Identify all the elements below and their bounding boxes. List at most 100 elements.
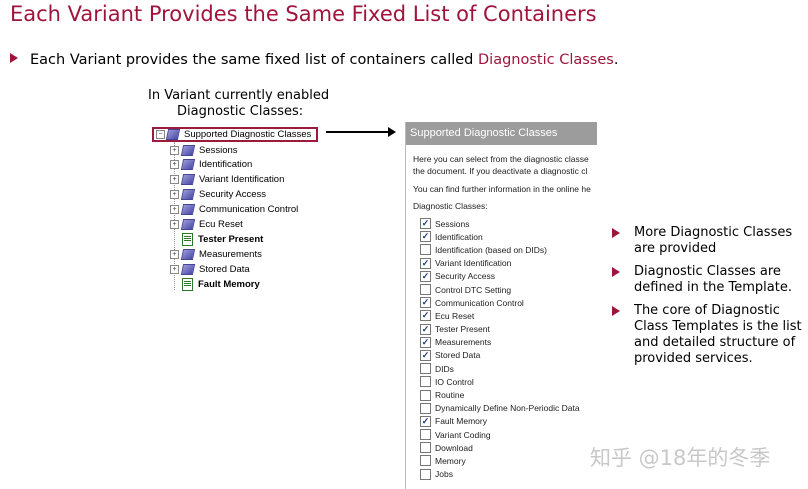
bullet-triangle-icon	[612, 228, 620, 238]
checkbox-unchecked[interactable]	[420, 284, 431, 296]
checkbox-unchecked[interactable]	[420, 468, 431, 480]
diagnostic-class-checkbox-row[interactable]: Routine	[420, 388, 580, 401]
diagnostic-class-checkbox-row[interactable]: ✓ Tester Present	[420, 323, 580, 336]
class-icon	[180, 189, 196, 201]
class-icon	[180, 263, 196, 275]
tree-root-supported-classes[interactable]: − Supported Diagnostic Classes	[152, 127, 318, 142]
checkbox-unchecked[interactable]	[420, 455, 431, 467]
checkbox-unchecked[interactable]	[420, 402, 431, 414]
checkbox-label: Memory	[435, 455, 466, 466]
checkbox-label: IO Control	[435, 376, 474, 387]
panel-description-line: Here you can select from the diagnostic …	[413, 154, 589, 164]
checkbox-label: Sessions	[435, 218, 470, 229]
checkbox-label: DIDs	[435, 363, 454, 374]
class-icon	[180, 144, 196, 156]
diagnostic-class-checkbox-row[interactable]: ✓ Variant Identification	[420, 257, 580, 270]
diagnostic-class-checkbox-row[interactable]: ✓ Communication Control	[420, 296, 580, 309]
diagnostic-class-checkbox-row[interactable]: ✓ Security Access	[420, 270, 580, 283]
expand-icon[interactable]: +	[170, 160, 179, 170]
tree-item[interactable]: Tester Present	[170, 232, 263, 246]
checkbox-label: Stored Data	[435, 350, 481, 361]
checkbox-checked[interactable]: ✓	[420, 336, 431, 348]
checkbox-checked[interactable]: ✓	[420, 218, 431, 230]
diagnostic-class-checkbox-row[interactable]: ✓ Sessions	[420, 217, 580, 230]
diagnostic-class-checkbox-row[interactable]: ✓ Ecu Reset	[420, 309, 580, 322]
diagnostic-class-checkbox-row[interactable]: ✓ Measurements	[420, 336, 580, 349]
checkbox-checked[interactable]: ✓	[420, 349, 431, 361]
expand-icon[interactable]: +	[170, 249, 179, 259]
tree-item[interactable]: + Measurements	[170, 247, 262, 261]
right-bullet-item: More Diagnostic Classes are provided	[612, 225, 808, 257]
expand-icon[interactable]: +	[170, 175, 179, 185]
diagnostic-class-checkbox-row[interactable]: Identification (based on DIDs)	[420, 243, 580, 256]
checkbox-unchecked[interactable]	[420, 442, 431, 454]
checkbox-unchecked[interactable]	[420, 376, 431, 388]
bullet-triangle-icon	[612, 306, 620, 316]
expand-icon[interactable]: +	[170, 220, 179, 229]
tree-item[interactable]: Fault Memory	[170, 277, 260, 291]
checkbox-label: Dynamically Define Non-Periodic Data	[435, 403, 580, 414]
tree-item[interactable]: + Variant Identification	[170, 173, 284, 187]
checkbox-unchecked[interactable]	[420, 389, 431, 401]
diagnostic-class-checkbox-row[interactable]: ✓ Identification	[420, 230, 580, 243]
diagnostic-class-checkbox-row[interactable]: Download	[420, 441, 580, 454]
tree-item[interactable]: + Ecu Reset	[170, 218, 243, 232]
tree-item-label: Variant Identification	[199, 174, 285, 186]
right-arrow-icon	[326, 127, 396, 137]
tree-item-label: Fault Memory	[198, 278, 260, 290]
expand-icon[interactable]: +	[170, 264, 179, 274]
class-icon	[180, 219, 196, 230]
watermark: 知乎 @18年的冬季	[590, 446, 771, 470]
checkbox-label: Communication Control	[435, 297, 524, 308]
bullet-triangle-icon	[10, 53, 18, 63]
checkbox-checked[interactable]: ✓	[420, 257, 431, 269]
tree-item[interactable]: + Identification	[170, 158, 252, 172]
class-icon	[180, 159, 196, 171]
diagnostic-class-checkbox-row[interactable]: Memory	[420, 454, 580, 467]
tree-caption-line: In Variant currently enabled	[148, 88, 330, 103]
checkbox-checked[interactable]: ✓	[420, 297, 431, 309]
diagnostic-class-checkbox-row[interactable]: ✓ Stored Data	[420, 349, 580, 362]
checkbox-unchecked[interactable]	[420, 429, 431, 441]
tree-item[interactable]: + Stored Data	[170, 262, 250, 276]
panel-help-line: You can find further information in the …	[413, 184, 591, 194]
diagnostic-class-checkbox-row[interactable]: Control DTC Setting	[420, 283, 580, 296]
diagnostic-class-checkbox-row[interactable]: DIDs	[420, 362, 580, 375]
class-icon	[180, 174, 196, 186]
tree-item-label: Sessions	[199, 144, 238, 156]
diagnostic-class-checkbox-row[interactable]: Jobs	[420, 468, 580, 481]
checkbox-checked[interactable]: ✓	[420, 415, 431, 427]
checkbox-unchecked[interactable]	[420, 363, 431, 375]
checkbox-label: Fault Memory	[435, 416, 487, 427]
tree-caption: In Variant currently enabled Diagnostic …	[148, 88, 329, 120]
class-folder-icon	[165, 129, 181, 140]
tree-item[interactable]: + Security Access	[170, 188, 266, 202]
class-icon	[180, 204, 196, 216]
main-bullet-highlight: Diagnostic Classes	[478, 52, 614, 68]
checkbox-checked[interactable]: ✓	[420, 310, 431, 322]
slide-title: Each Variant Provides the Same Fixed Lis…	[10, 2, 597, 26]
diagnostic-class-checkbox-row[interactable]: Dynamically Define Non-Periodic Data	[420, 402, 580, 415]
checkbox-label: Jobs	[435, 469, 453, 480]
tree-item[interactable]: + Sessions	[170, 143, 238, 157]
diagnostic-class-checkbox-row[interactable]: Variant Coding	[420, 428, 580, 441]
checkbox-checked[interactable]: ✓	[420, 323, 431, 335]
collapse-icon[interactable]: −	[156, 130, 165, 139]
checkbox-label: Ecu Reset	[435, 310, 475, 321]
checkbox-checked[interactable]: ✓	[420, 270, 431, 282]
checkbox-unchecked[interactable]	[420, 244, 431, 256]
checkbox-label: Tester Present	[435, 324, 490, 335]
right-bullet-text: The core of Diagnostic Class Templates i…	[634, 303, 802, 366]
tree-item-label: Stored Data	[199, 263, 250, 275]
diagnostic-class-checkbox-row[interactable]: IO Control	[420, 375, 580, 388]
diagnostic-classes-checkbox-list: ✓ Sessions ✓ Identification Identification (…	[420, 217, 580, 481]
diagnostic-class-checkbox-row[interactable]: ✓ Fault Memory	[420, 415, 580, 428]
tree-item[interactable]: + Communication Control	[170, 203, 298, 217]
expand-icon[interactable]: +	[170, 205, 179, 215]
expand-icon[interactable]: +	[170, 190, 179, 200]
tree-item-label: Identification	[199, 159, 253, 171]
expand-icon[interactable]: +	[170, 145, 179, 155]
document-icon	[182, 232, 193, 246]
tree-caption-line: Diagnostic Classes:	[177, 104, 304, 119]
checkbox-checked[interactable]: ✓	[420, 231, 431, 243]
